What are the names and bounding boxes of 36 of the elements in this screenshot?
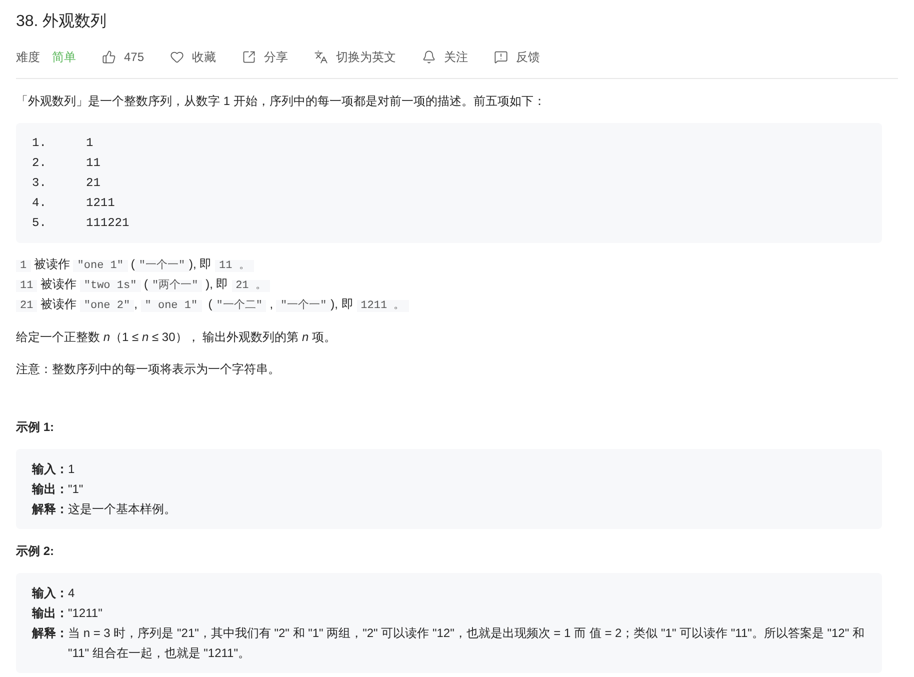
favorite-button[interactable]: 收藏 [170,48,216,66]
difficulty-label: 难度 [16,49,40,66]
example-label: 输出： [32,481,68,498]
example-value: "1" [68,481,84,498]
example-value: 4 [68,585,75,602]
example-value: 当 n = 3 时，序列是 "21"，其中我们有 "2" 和 "1" 两组，"2" 可以读作 "12"，也就是出现频次 = 1 而 值 = 2；类似 "1" 可以读作 "11"。所以答案是 "12" 和 "11" 组合在一起，也就是 "1211"。 [68,625,866,662]
intro-text: 「外观数列」是一个整数序列，从数字 1 开始，序列中的每一项都是对前一项的描述。前五项如下： [16,93,546,110]
feedback-button[interactable]: 反馈 [494,48,540,66]
task-text: 给定一个正整数 n（1 ≤ n ≤ 30）， 输出外观数列的第 n 项。 [16,329,337,346]
example-label: 输入： [32,585,68,602]
message-icon [494,50,508,64]
reading-line: 11 被读作 "two 1s" ( "两个一" ), 即 21 。 [16,275,882,295]
follow-button[interactable]: 关注 [422,48,468,66]
difficulty-value: 简单 [52,49,76,66]
translate-icon [314,50,328,64]
example-label: 输出： [32,605,68,622]
example-heading: 示例 2: [16,543,56,560]
reading-line: 21 被读作 "one 2" , " one 1" ( "一个二" , "一个一" ), 即 1211 。 [16,295,882,315]
reading-line: 1 被读作 "one 1" ( "一个一" ), 即 11 。 [16,255,882,275]
example-value: 1 [68,461,75,478]
share-button[interactable]: 分享 [242,48,288,66]
thumbs-up-icon [102,50,116,64]
example-label: 解释： [32,501,68,518]
sequence-block: 1. 1 2. 11 3. 21 4. 1211 5. 111221 [16,123,882,243]
example-heading: 示例 1: [16,419,56,436]
heart-icon [170,50,184,64]
share-icon [242,50,256,64]
bell-icon [422,50,436,64]
example-value: "1211" [68,605,102,622]
like-button[interactable]: 475 [102,48,144,66]
example-label: 输入： [32,461,68,478]
example-label: 解释： [32,625,68,642]
note-text: 注意：整数序列中的每一项将表示为一个字符串。 [16,361,281,378]
problem-title: 38. 外观数列 [16,12,108,32]
example-value: 这是一个基本样例。 [68,501,176,518]
translate-button[interactable]: 切换为英文 [314,48,396,66]
